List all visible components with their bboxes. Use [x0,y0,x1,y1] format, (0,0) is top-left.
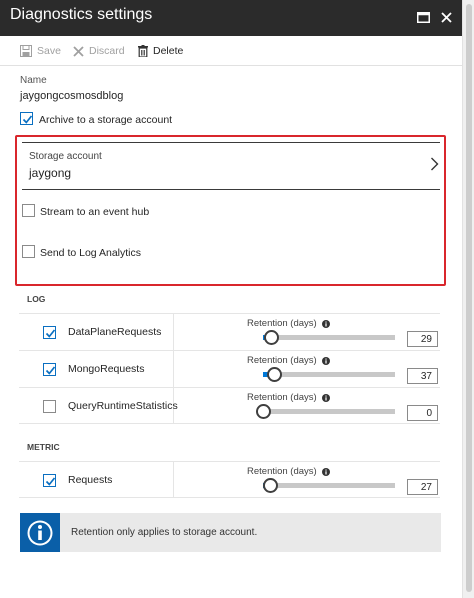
log-row-checkbox[interactable] [43,326,56,339]
metric-row-label: Requests [68,474,113,486]
archive-checkbox[interactable] [20,112,33,125]
storage-account-value: jaygong [29,166,72,180]
log-row: QueryRuntimeStatistics Retention (days) … [19,387,440,424]
retention-label: Retention (days) [247,318,330,329]
title-bar: Diagnostics settings [0,0,462,36]
scrollbar-thumb[interactable] [466,4,472,592]
info-icon [20,513,60,552]
checkmark-icon [45,329,56,338]
log-analytics-checkbox[interactable] [22,245,35,258]
retention-slider[interactable] [256,404,395,419]
retention-slider[interactable] [263,367,395,382]
log-row-label: QueryRuntimeStatistics [68,400,178,412]
retention-days-input[interactable]: 0 [407,405,438,421]
chevron-right-icon[interactable] [430,157,439,171]
discard-button[interactable]: Discard [73,43,125,59]
checkmark-icon [45,366,56,375]
checkmark-icon [45,477,56,486]
divider [173,314,174,350]
retention-text: Retention (days) [247,392,317,403]
retention-days-input[interactable]: 27 [407,479,438,495]
log-analytics-label: Send to Log Analytics [40,247,141,259]
save-button[interactable]: Save [20,43,61,59]
scrollbar[interactable] [462,0,474,598]
discard-label: Discard [89,45,125,57]
divider [22,189,440,190]
checkmark-icon [22,115,33,124]
info-icon[interactable] [321,393,330,402]
log-row-label: MongoRequests [68,363,145,375]
event-hub-checkbox[interactable] [22,204,35,217]
retention-text: Retention (days) [247,355,317,366]
log-row: MongoRequests Retention (days) 37 [19,350,440,387]
retention-text: Retention (days) [247,318,317,329]
archive-label: Archive to a storage account [39,114,173,126]
log-row-label: DataPlaneRequests [68,326,162,338]
retention-label: Retention (days) [247,355,330,366]
retention-label: Retention (days) [247,392,330,403]
trash-icon [138,45,148,57]
retention-label: Retention (days) [247,466,330,477]
storage-account-label: Storage account [29,151,102,162]
info-icon[interactable] [321,467,330,476]
slider-thumb[interactable] [263,330,279,345]
page-title: Diagnostics settings [10,6,153,23]
info-icon[interactable] [321,356,330,365]
storage-account-selector[interactable] [22,143,440,189]
metric-row-checkbox[interactable] [43,474,56,487]
delete-label: Delete [153,45,184,57]
slider-thumb[interactable] [256,404,271,419]
slider-thumb[interactable] [266,367,282,382]
retention-days-input[interactable]: 37 [407,368,438,384]
close-icon[interactable] [437,8,455,26]
divider [173,462,174,498]
retention-slider[interactable] [262,478,395,493]
retention-days-input[interactable]: 29 [407,331,438,347]
save-icon [20,45,32,57]
retention-text: Retention (days) [247,466,317,477]
log-row-checkbox[interactable] [43,400,56,413]
delete-button[interactable]: Delete [138,43,183,59]
save-label: Save [37,45,61,57]
discard-icon [73,45,84,57]
log-row-checkbox[interactable] [43,363,56,376]
toolbar: Save Discard Delete [0,36,462,66]
metric-section-heading: METRIC [27,442,60,452]
maximize-icon[interactable] [414,8,432,26]
info-banner: Retention only applies to storage accoun… [20,513,441,552]
log-section-heading: LOG [27,294,46,304]
metric-row: Requests Retention (days) 27 [19,461,440,498]
slider-thumb[interactable] [262,478,278,493]
info-icon[interactable] [321,319,330,328]
name-value: jaygongcosmosdblog [20,90,124,102]
name-label: Name [20,75,47,86]
retention-slider[interactable] [263,330,395,345]
log-row: DataPlaneRequests Retention (days) 29 [19,313,440,350]
info-text: Retention only applies to storage accoun… [71,527,258,538]
divider [173,351,174,387]
event-hub-label: Stream to an event hub [40,206,150,218]
